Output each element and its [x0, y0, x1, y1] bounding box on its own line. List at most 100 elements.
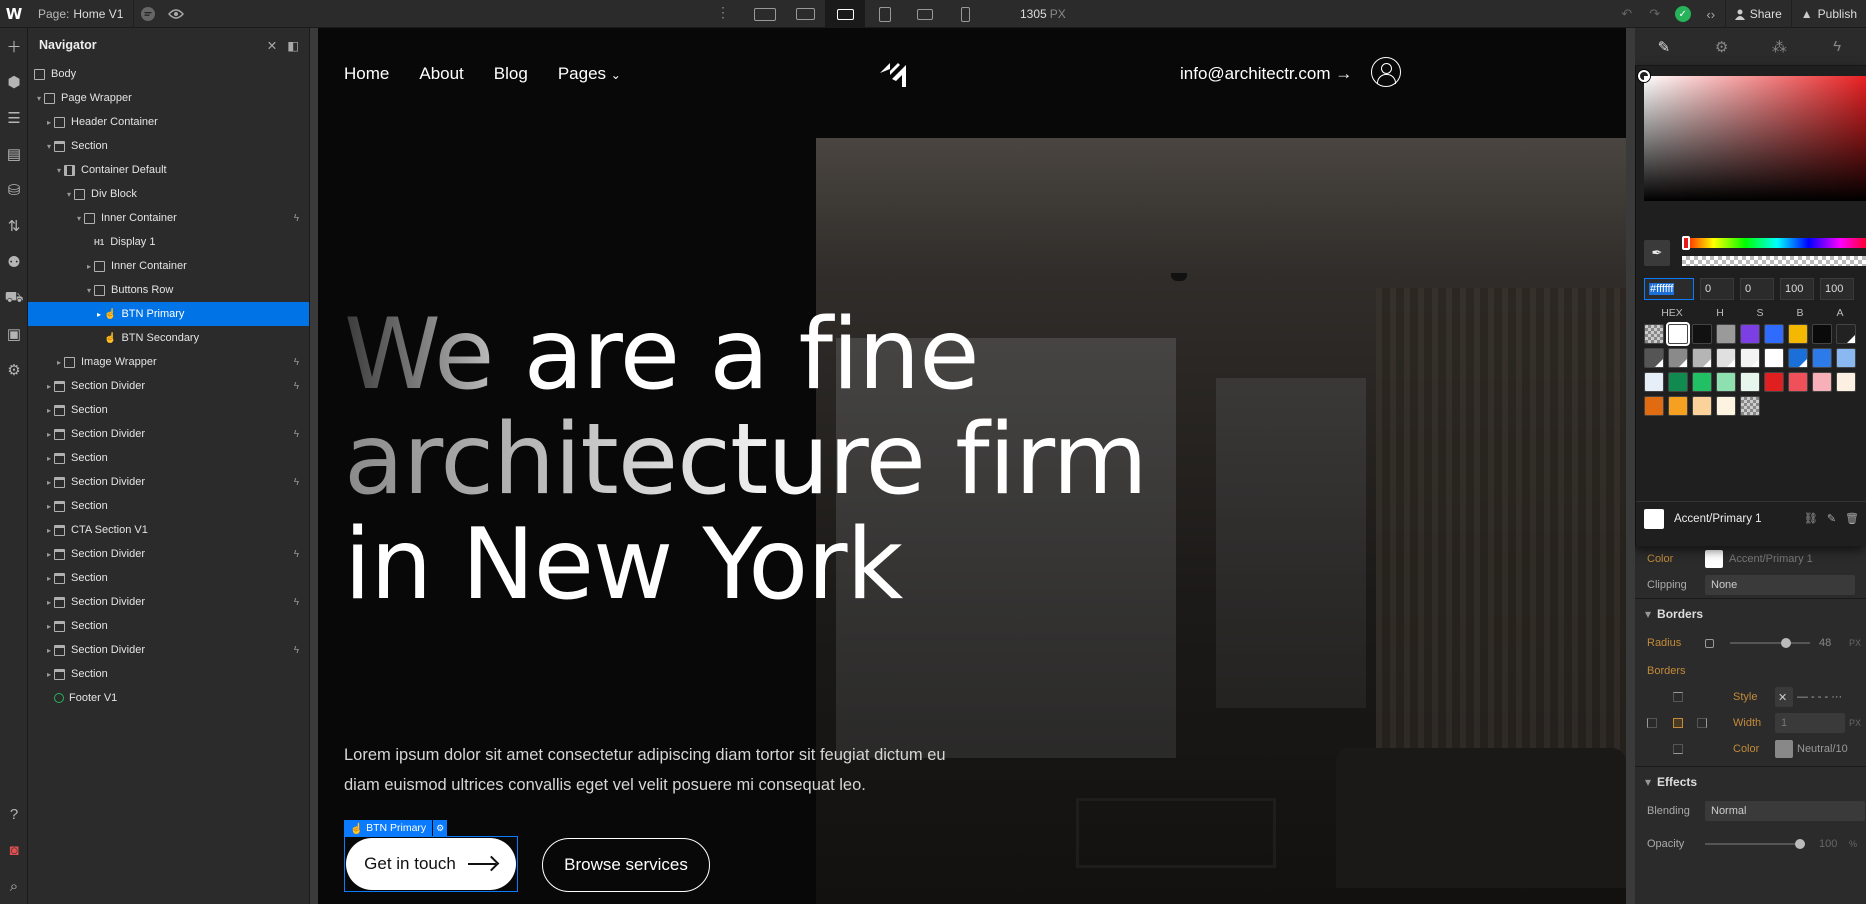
- color-swatch[interactable]: [1668, 396, 1688, 416]
- users-icon[interactable]: ⚉: [0, 244, 28, 280]
- color-swatch[interactable]: [1764, 324, 1784, 344]
- color-swatch[interactable]: [1716, 396, 1736, 416]
- add-panel-icon[interactable]: ＋: [0, 28, 28, 64]
- settings-icon[interactable]: ⚙: [0, 352, 28, 388]
- tree-node-selected[interactable]: ▸ ☝ BTN Primary: [28, 302, 309, 326]
- design-canvas[interactable]: Home About Blog Pages ⌄ info@architectr.…: [318, 28, 1626, 904]
- interactions-bolt-icon[interactable]: ϟ: [1808, 28, 1866, 65]
- tree-node[interactable]: ▸ Section Divider ϟ: [28, 542, 309, 566]
- eyedropper-icon[interactable]: ✒: [1644, 240, 1670, 266]
- color-swatch[interactable]: [1668, 372, 1688, 392]
- ecommerce-icon[interactable]: ⛟: [0, 280, 28, 316]
- opacity-value[interactable]: 100: [1819, 838, 1837, 850]
- color-swatch[interactable]: [1788, 348, 1808, 368]
- assets-icon[interactable]: ▣: [0, 316, 28, 352]
- selection-tag[interactable]: ☝ BTN Primary ⚙: [344, 820, 448, 836]
- tree-node[interactable]: ▾ Page Wrapper: [28, 86, 309, 110]
- redo-icon[interactable]: ↷: [1641, 6, 1669, 22]
- tree-node[interactable]: ▸ Image Wrapper ϟ: [28, 350, 309, 374]
- more-options-icon[interactable]: ⋮: [716, 4, 730, 21]
- breakpoint-1920-icon[interactable]: [745, 0, 785, 28]
- color-swatch[interactable]: [1788, 324, 1808, 344]
- tree-node[interactable]: ▾ Div Block: [28, 182, 309, 206]
- cms-icon[interactable]: ⛁: [0, 172, 28, 208]
- color-swatch[interactable]: [1692, 396, 1712, 416]
- color-swatch[interactable]: [1716, 372, 1736, 392]
- color-swatch[interactable]: [1716, 324, 1736, 344]
- hue-input[interactable]: 0: [1700, 278, 1734, 300]
- tree-node[interactable]: ▸ Section: [28, 398, 309, 422]
- color-swatch[interactable]: [1812, 348, 1832, 368]
- tree-node[interactable]: ▸ Header Container: [28, 110, 309, 134]
- site-email-link[interactable]: info@architectr.com →: [1180, 64, 1352, 84]
- record-icon[interactable]: ◙: [0, 832, 28, 868]
- color-swatch[interactable]: [1788, 372, 1808, 392]
- account-icon[interactable]: [1371, 57, 1401, 87]
- components-icon[interactable]: ⬢: [0, 64, 28, 100]
- color-swatch[interactable]: [1740, 348, 1760, 368]
- tree-node[interactable]: ▸ Section: [28, 662, 309, 686]
- color-swatch[interactable]: [1740, 324, 1760, 344]
- tree-node[interactable]: Body: [28, 62, 309, 86]
- color-swatch[interactable]: [1812, 324, 1832, 344]
- color-swatch[interactable]: [1716, 348, 1736, 368]
- color-swatch[interactable]: [1836, 372, 1856, 392]
- breakpoint-mobile-icon[interactable]: [945, 0, 985, 28]
- color-swatch[interactable]: [1668, 348, 1688, 368]
- tree-node[interactable]: ▸ Inner Container: [28, 254, 309, 278]
- border-width-input[interactable]: 1: [1775, 713, 1845, 733]
- tree-node[interactable]: ▾ Section: [28, 134, 309, 158]
- site-nav-blog[interactable]: Blog: [494, 64, 528, 84]
- tree-node[interactable]: Footer V1: [28, 686, 309, 710]
- clipping-select[interactable]: None: [1705, 575, 1855, 595]
- tree-node[interactable]: ▸ Section Divider ϟ: [28, 374, 309, 398]
- alpha-input[interactable]: 100: [1820, 278, 1854, 300]
- pages-icon[interactable]: ▤: [0, 136, 28, 172]
- border-style-none-icon[interactable]: ✕: [1775, 687, 1793, 707]
- color-swatch[interactable]: [1740, 372, 1760, 392]
- tree-node[interactable]: ▸ Section: [28, 566, 309, 590]
- color-swatch[interactable]: [1740, 396, 1760, 416]
- help-icon[interactable]: ?: [0, 796, 28, 832]
- tree-node[interactable]: ▸ Section: [28, 614, 309, 638]
- hue-slider[interactable]: [1682, 238, 1866, 248]
- code-icon[interactable]: ‹›: [1697, 0, 1725, 28]
- tree-node[interactable]: ▸ Section: [28, 494, 309, 518]
- edit-pencil-icon[interactable]: ✎: [1827, 512, 1836, 525]
- settings-gear-icon[interactable]: ⚙: [1693, 28, 1751, 65]
- borders-section-header[interactable]: Borders: [1635, 598, 1866, 628]
- tree-node[interactable]: ▸ Section Divider ϟ: [28, 422, 309, 446]
- color-swatch[interactable]: [1644, 324, 1664, 344]
- hue-handle[interactable]: [1682, 236, 1690, 250]
- color-swatch[interactable]: [1836, 324, 1856, 344]
- border-color-value[interactable]: Neutral/10: [1797, 743, 1848, 755]
- breakpoint-tablet-icon[interactable]: [865, 0, 905, 28]
- color-swatch[interactable]: [1692, 324, 1712, 344]
- browse-services-button[interactable]: Browse services: [542, 838, 710, 892]
- preview-eye-icon[interactable]: [162, 0, 190, 28]
- tree-node[interactable]: H1 Display 1: [28, 230, 309, 254]
- tree-node[interactable]: ▾ Container Default: [28, 158, 309, 182]
- alpha-slider[interactable]: [1682, 256, 1866, 266]
- tree-node[interactable]: ▸ Section Divider ϟ: [28, 590, 309, 614]
- saturation-input[interactable]: 0: [1740, 278, 1774, 300]
- tree-node[interactable]: ▾ Inner Container ϟ: [28, 206, 309, 230]
- color-swatch[interactable]: [1644, 372, 1664, 392]
- site-nav-pages[interactable]: Pages ⌄: [558, 64, 621, 84]
- breakpoint-1440-icon[interactable]: [785, 0, 825, 28]
- webflow-logo[interactable]: W: [0, 0, 28, 28]
- breakpoint-desktop-icon[interactable]: [825, 0, 865, 28]
- logic-icon[interactable]: ⇅: [0, 208, 28, 244]
- search-icon[interactable]: ⌕: [0, 868, 28, 904]
- hex-input[interactable]: #ffffff: [1644, 278, 1694, 300]
- publish-button[interactable]: ▲ Publish: [1790, 0, 1866, 28]
- tree-node[interactable]: ▸ CTA Section V1: [28, 518, 309, 542]
- color-cursor[interactable]: [1638, 70, 1650, 82]
- effects-section-header[interactable]: Effects: [1635, 766, 1866, 796]
- saturation-brightness-area[interactable]: [1644, 76, 1866, 201]
- color-swatch[interactable]: [1644, 348, 1664, 368]
- site-nav-home[interactable]: Home: [344, 64, 389, 84]
- style-brush-icon[interactable]: ✎: [1635, 28, 1693, 65]
- tree-node[interactable]: ▾ Buttons Row: [28, 278, 309, 302]
- undo-icon[interactable]: ↶: [1613, 6, 1641, 22]
